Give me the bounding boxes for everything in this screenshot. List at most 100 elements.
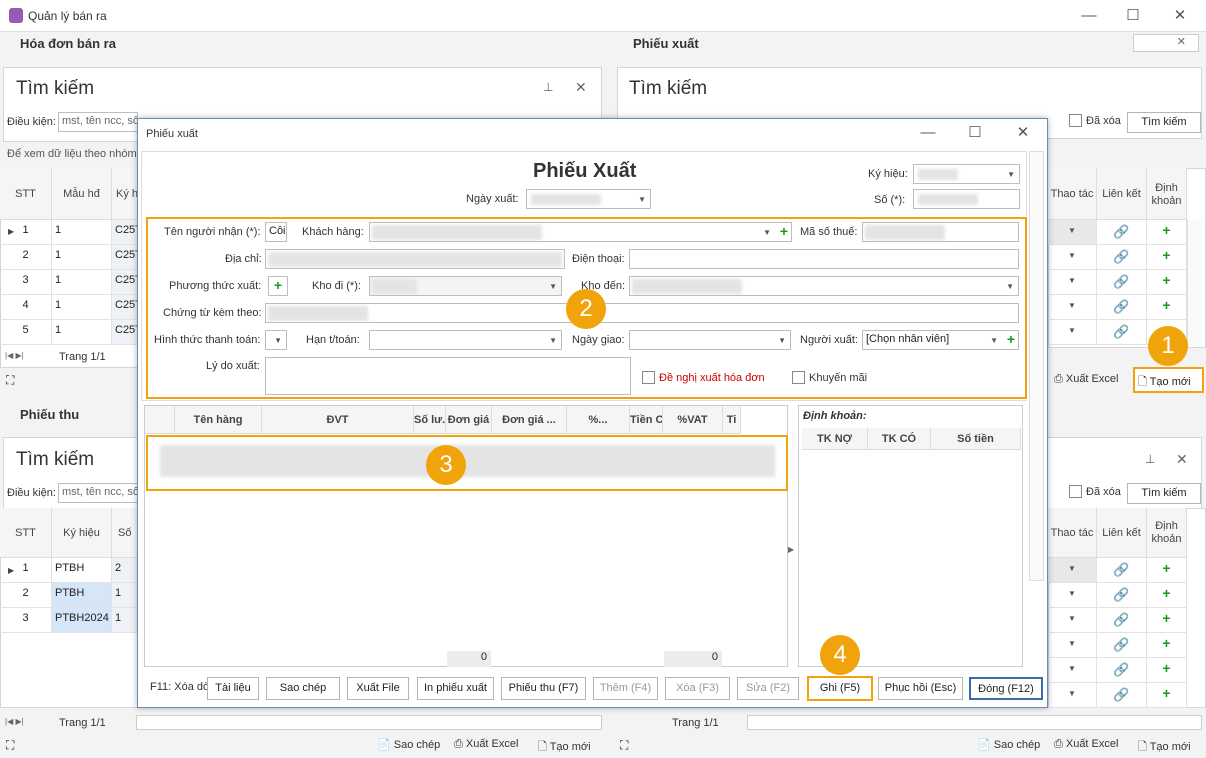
col-links[interactable]: Liên kết [1097, 508, 1147, 558]
table-row-mau[interactable]: 1 [52, 270, 112, 295]
add-accounting-icon[interactable]: + [1147, 270, 1187, 295]
table-row-mau[interactable]: 1 [52, 320, 112, 345]
table-row-kyhieu[interactable]: C25T [112, 270, 140, 295]
fit-icon[interactable]: ⛶ [620, 738, 628, 753]
col-item-2[interactable]: ĐVT [262, 406, 414, 434]
kho-den-select[interactable]: ▼ [629, 276, 1019, 296]
panel-close-icon[interactable]: ✕ [1133, 34, 1199, 52]
actions-dropdown[interactable]: ▼ [1048, 320, 1097, 345]
close-icon[interactable]: ✕ [1176, 451, 1188, 468]
nav-first-icon[interactable]: |◀ ▶| [5, 351, 24, 360]
create-new-button[interactable]: 🗋 Tạo mới [538, 738, 591, 757]
tai-lieu-button[interactable]: Tài liệu [207, 677, 259, 700]
dialog-vertical-scrollbar[interactable] [1029, 151, 1044, 581]
link-icon[interactable]: 🔗 [1097, 558, 1147, 583]
add-accounting-icon[interactable]: + [1147, 633, 1187, 658]
table-row-kyhieu[interactable]: C25T [112, 220, 140, 245]
close-icon[interactable]: ✕ [575, 79, 587, 96]
link-icon[interactable]: 🔗 [1097, 245, 1147, 270]
add-accounting-icon[interactable]: + [1147, 658, 1187, 683]
ngay-giao-select[interactable]: ▼ [629, 330, 791, 350]
actions-dropdown[interactable]: ▼ [1048, 220, 1097, 245]
dialog-maximize-button[interactable]: ☐ [960, 121, 990, 145]
col-actions[interactable]: Thao tác [1048, 168, 1097, 220]
table-row-stt[interactable]: 5 [0, 320, 52, 345]
add-accounting-icon[interactable]: + [1147, 558, 1187, 583]
col-item-9[interactable]: Ti [723, 406, 741, 434]
kyhieu-select[interactable]: ▼ [913, 164, 1020, 184]
in-phieu-button[interactable]: In phiếu xuất [417, 677, 494, 700]
nav-first-icon[interactable]: |◀ ▶| [5, 717, 24, 726]
add-accounting-icon[interactable]: + [1147, 220, 1187, 245]
add-accounting-icon[interactable]: + [1147, 295, 1187, 320]
ly-do-textarea[interactable] [265, 357, 631, 395]
them-button[interactable]: Thêm (F4) [593, 677, 658, 700]
kho-di-select[interactable]: ▼ [369, 276, 562, 296]
vertical-scrollbar[interactable] [1187, 220, 1202, 346]
pin-icon[interactable]: ⊥ [1145, 452, 1155, 466]
col-stt[interactable]: STT [0, 508, 52, 558]
deleted-checkbox[interactable] [1069, 485, 1082, 498]
col-links[interactable]: Liên kết [1097, 168, 1147, 220]
table-row-mau[interactable]: 1 [52, 245, 112, 270]
deleted-checkbox[interactable] [1069, 114, 1082, 127]
condition-input[interactable]: mst, tên ncc, số [58, 112, 138, 132]
phieu-thu-button[interactable]: Phiếu thu (F7) [501, 677, 586, 700]
table-row-so[interactable]: 1 [112, 608, 140, 633]
dong-button[interactable]: Đóng (F12) [969, 677, 1043, 700]
col-accounting[interactable]: Định khoản [1147, 508, 1187, 558]
dialog-close-button[interactable]: ✕ [1008, 121, 1038, 145]
link-icon[interactable]: 🔗 [1097, 683, 1147, 708]
col-kyhieu[interactable]: Ký hiệu [52, 508, 112, 558]
col-tk-no[interactable]: TK NỢ [802, 428, 868, 450]
chung-tu-input[interactable] [265, 303, 1019, 323]
add-accounting-icon[interactable]: + [1147, 245, 1187, 270]
ngay-xuat-input[interactable]: ▼ [526, 189, 651, 209]
create-new-button[interactable]: 🗋 Tạo mới [1138, 738, 1191, 757]
table-row-kyhieu[interactable]: PTBH2024 [52, 608, 112, 633]
de-nghi-checkbox[interactable] [642, 371, 655, 384]
col-actions[interactable]: Thao tác [1048, 508, 1097, 558]
horizontal-scrollbar[interactable] [136, 715, 602, 730]
col-item-4[interactable]: Đơn giá [446, 406, 492, 434]
nguoi-xuat-select[interactable]: [Chọn nhân viên] ▼ + [862, 330, 1019, 350]
link-icon[interactable]: 🔗 [1097, 220, 1147, 245]
col-stt[interactable]: STT [0, 168, 52, 220]
actions-dropdown[interactable]: ▼ [1048, 245, 1097, 270]
link-icon[interactable]: 🔗 [1097, 608, 1147, 633]
xuat-file-button[interactable]: Xuất File [347, 677, 409, 700]
link-icon[interactable]: 🔗 [1097, 270, 1147, 295]
col-item-7[interactable]: Tiền CK... [630, 406, 663, 434]
link-icon[interactable]: 🔗 [1097, 658, 1147, 683]
link-icon[interactable]: 🔗 [1097, 320, 1147, 345]
han-select[interactable]: ▼ [369, 330, 562, 350]
table-row-kyhieu[interactable]: C25T [112, 295, 140, 320]
export-excel-button[interactable]: ⎙ Xuất Excel [454, 738, 518, 751]
item-row[interactable] [160, 445, 775, 477]
col-item-6[interactable]: %... [567, 406, 630, 434]
export-excel-button[interactable]: ⎙ Xuất Excel [1054, 738, 1118, 751]
sao-chep-button[interactable]: Sao chép [266, 677, 340, 700]
so-input[interactable] [913, 189, 1020, 209]
khuyen-mai-checkbox[interactable] [792, 371, 805, 384]
table-row-so[interactable]: 2 [112, 558, 140, 583]
table-row-kyhieu[interactable]: PTBH [52, 558, 112, 583]
table-row-mau[interactable]: 1 [52, 295, 112, 320]
maximize-button[interactable]: ☐ [1118, 4, 1148, 28]
col-mau[interactable]: Mẫu hđ [52, 168, 112, 220]
create-new-button[interactable]: 🗋 Tạo mới [1133, 367, 1204, 393]
col-kyhieu[interactable]: Ký h [112, 168, 140, 220]
dia-chi-input[interactable] [265, 249, 565, 269]
actions-dropdown[interactable]: ▼ [1048, 295, 1097, 320]
col-tk-co[interactable]: TK CÓ [868, 428, 931, 450]
col-item-8[interactable]: %VAT [663, 406, 723, 434]
dien-thoai-input[interactable] [629, 249, 1019, 269]
col-item-1[interactable]: Tên hàng [175, 406, 262, 434]
minimize-button[interactable]: — [1074, 4, 1104, 28]
add-accounting-icon[interactable]: + [1147, 683, 1187, 708]
col-item-3[interactable]: Số lư... [414, 406, 446, 434]
mst-input[interactable] [862, 222, 1019, 242]
copy-button[interactable]: 📄 Sao chép [977, 738, 1040, 751]
table-row-stt[interactable]: 2 [0, 245, 52, 270]
search-button[interactable]: Tìm kiếm [1127, 483, 1201, 504]
